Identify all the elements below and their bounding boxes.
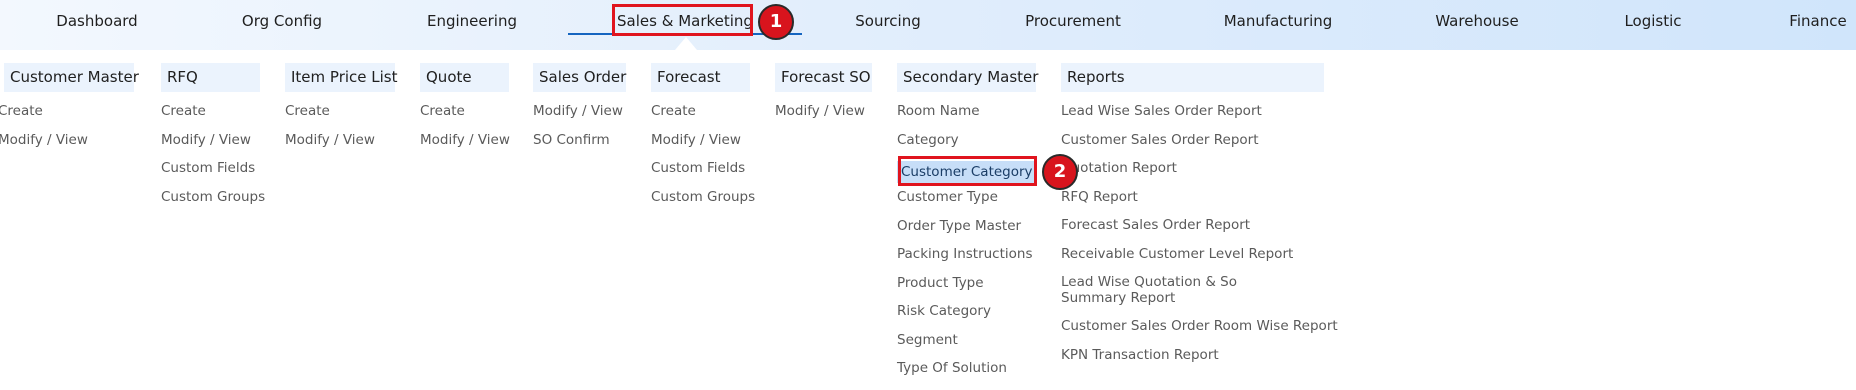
column-forecast: Forecast Create Modify / View Custom Fie… [651,63,755,219]
highlight-box-customer-category [898,156,1037,186]
menu-item-create[interactable]: Create [285,103,395,133]
column-customer-master: Customer Master Create Modify / View [0,63,139,161]
step-badge-1: 1 [758,4,794,40]
column-header: Forecast SO [775,63,872,92]
step-badge-2: 2 [1042,154,1078,190]
menu-item-customer-sales-order-report[interactable]: Customer Sales Order Report [1061,132,1324,162]
nav-procurement[interactable]: Procurement [1025,0,1121,42]
column-header: Forecast [651,63,750,92]
nav-warehouse[interactable]: Warehouse [1435,0,1518,42]
nav-manufacturing[interactable]: Manufacturing [1224,0,1333,42]
column-header: Secondary Master [897,63,1038,92]
top-navigation-bar: Dashboard Org Config Engineering Sales &… [0,0,1856,50]
menu-item-product-type[interactable]: Product Type [897,275,1036,305]
menu-item-segment[interactable]: Segment [897,332,1036,362]
menu-item-lead-wise-quotation-so-summary-report[interactable]: Lead Wise Quotation & So Summary Report [1061,274,1301,319]
column-header: Item Price List [285,63,398,92]
menu-item-room-name[interactable]: Room Name [897,103,1036,133]
menu-item-receivable-customer-level-report[interactable]: Receivable Customer Level Report [1061,246,1324,276]
menu-item-modify-view[interactable]: Modify / View [533,103,626,133]
column-header: Sales Order [533,63,626,92]
menu-item-create[interactable]: Create [420,103,509,133]
column-rfq: RFQ Create Modify / View Custom Fields C… [161,63,265,219]
menu-item-modify-view[interactable]: Modify / View [0,132,134,162]
menu-item-custom-groups[interactable]: Custom Groups [651,189,755,219]
menu-item-rfq-report[interactable]: RFQ Report [1061,189,1324,219]
menu-item-modify-view[interactable]: Modify / View [775,103,872,133]
nav-dashboard[interactable]: Dashboard [56,0,137,42]
column-header: Quote [420,63,509,92]
column-secondary-master: Secondary Master Room Name Category Cust… [897,63,1038,390]
menu-item-kpn-transaction-report[interactable]: KPN Transaction Report [1061,347,1324,377]
menu-item-lead-wise-sales-order-report[interactable]: Lead Wise Sales Order Report [1061,103,1324,133]
menu-item-modify-view[interactable]: Modify / View [161,132,260,162]
column-header: RFQ [161,63,260,92]
dropdown-caret [675,37,697,50]
menu-item-custom-fields[interactable]: Custom Fields [651,160,750,190]
nav-finance[interactable]: Finance [1789,0,1846,42]
menu-item-type-of-solution[interactable]: Type Of Solution [897,360,1036,390]
column-item-price-list: Item Price List Create Modify / View [285,63,398,162]
menu-item-custom-groups[interactable]: Custom Groups [161,189,265,219]
nav-org-config[interactable]: Org Config [242,0,322,42]
menu-item-modify-view[interactable]: Modify / View [285,132,395,162]
menu-item-modify-view[interactable]: Modify / View [651,132,750,162]
menu-item-order-type-master[interactable]: Order Type Master [897,218,1036,248]
menu-item-packing-instructions[interactable]: Packing Instructions [897,246,1036,276]
menu-item-modify-view[interactable]: Modify / View [420,132,510,162]
nav-sourcing[interactable]: Sourcing [855,0,921,42]
menu-item-forecast-sales-order-report[interactable]: Forecast Sales Order Report [1061,217,1324,247]
nav-engineering[interactable]: Engineering [427,0,517,42]
menu-item-customer-sales-order-room-wise-report[interactable]: Customer Sales Order Room Wise Report [1061,318,1338,348]
column-reports: Reports Lead Wise Sales Order Report Cus… [1061,63,1338,377]
column-sales-order: Sales Order Modify / View SO Confirm [533,63,626,161]
menu-item-create[interactable]: Create [651,103,750,133]
menu-item-risk-category[interactable]: Risk Category [897,303,1036,333]
menu-item-so-confirm[interactable]: SO Confirm [533,132,626,162]
menu-item-custom-fields[interactable]: Custom Fields [161,160,260,190]
column-header: Customer Master [4,63,139,92]
menu-item-create[interactable]: Create [0,103,134,133]
nav-logistic[interactable]: Logistic [1624,0,1681,42]
column-forecast-so: Forecast SO Modify / View [775,63,872,133]
menu-item-customer-type[interactable]: Customer Type [897,189,1036,219]
highlight-box-sales-marketing [612,4,753,36]
column-quote: Quote Create Modify / View [420,63,510,162]
menu-item-quotation-report[interactable]: Quotation Report [1061,160,1324,190]
column-header: Reports [1061,63,1324,92]
menu-item-create[interactable]: Create [161,103,260,133]
